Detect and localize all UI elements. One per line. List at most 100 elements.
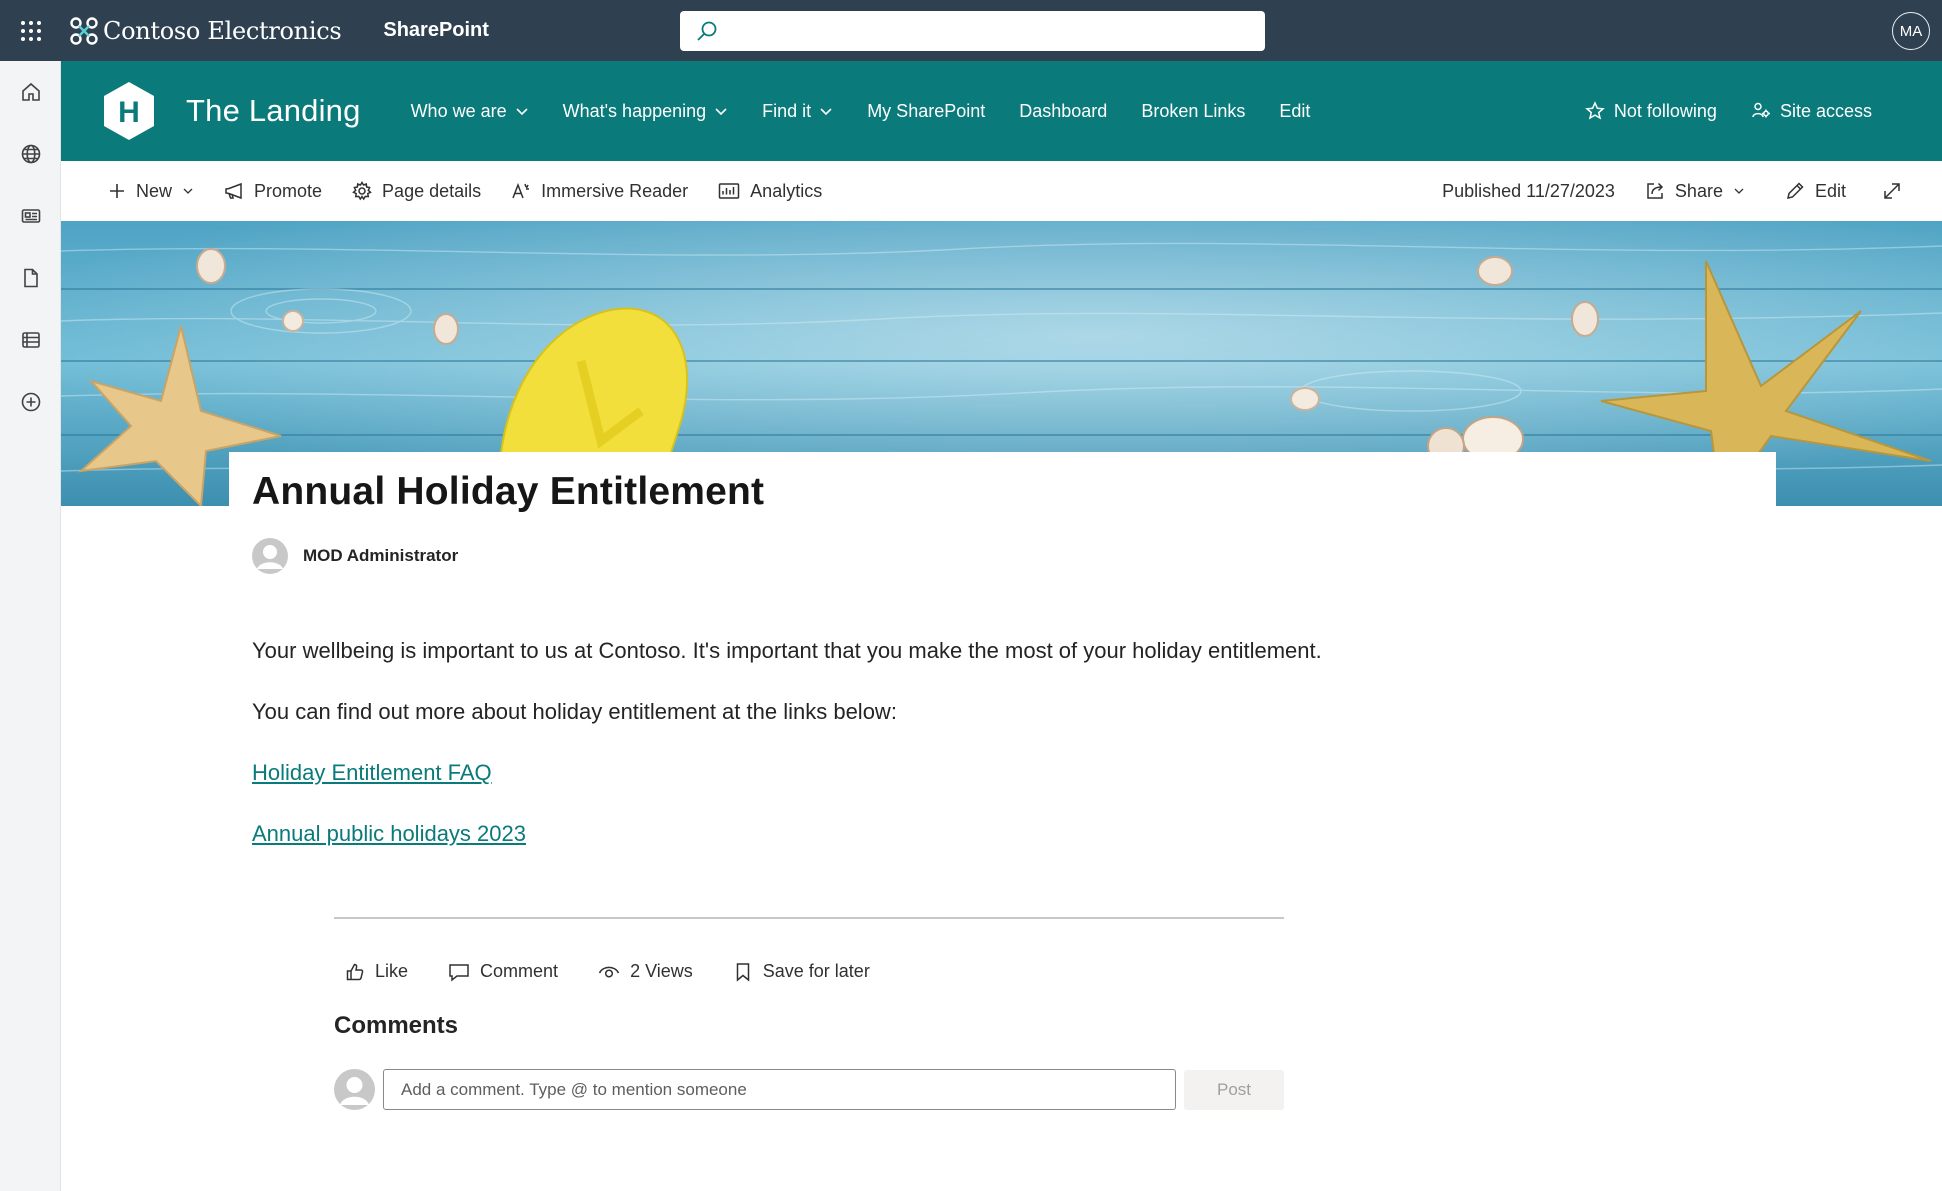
chevron-down-icon (182, 185, 194, 197)
site-logo[interactable]: H (101, 80, 157, 142)
nav-item-edit[interactable]: Edit (1279, 101, 1310, 122)
eye-icon (598, 962, 620, 982)
command-bar: New Promote Page details Immersive Reade… (61, 161, 1942, 221)
immersive-reader-label: Immersive Reader (541, 180, 689, 201)
site-access-label: Site access (1779, 100, 1872, 121)
views-label: 2 Views (630, 961, 693, 981)
chevron-down-icon (515, 104, 529, 118)
bookmark-icon (733, 962, 753, 982)
page-title: Annual Holiday Entitlement (252, 470, 765, 513)
immersive-reader-icon (511, 181, 531, 201)
news-icon[interactable] (0, 185, 61, 247)
paragraph: Your wellbeing is important to us at Con… (252, 638, 1322, 663)
contoso-logo-icon (69, 16, 99, 46)
published-status: Published 11/27/2023 (1442, 180, 1615, 201)
search-icon (696, 20, 718, 42)
chevron-down-icon (819, 104, 833, 118)
new-button[interactable]: New (108, 181, 194, 202)
chevron-down-icon (714, 104, 728, 118)
search-box[interactable] (680, 11, 1265, 51)
analytics-label: Analytics (750, 180, 823, 201)
site-title[interactable]: The Landing (186, 93, 361, 129)
top-navigation: Who we are What's happening Find it My S… (411, 101, 1345, 122)
share-button[interactable]: Share (1645, 181, 1745, 202)
nav-label: Dashboard (1019, 100, 1108, 121)
site-access-button[interactable]: Site access (1751, 101, 1872, 122)
save-label: Save for later (762, 961, 870, 981)
app-bar (0, 61, 61, 1191)
document-icon[interactable] (0, 247, 61, 309)
chevron-down-icon (1733, 185, 1745, 197)
site-actions: Not following Site access (1585, 61, 1872, 161)
link-holiday-entitlement-faq[interactable]: Holiday Entitlement FAQ (252, 760, 492, 785)
command-bar-right: Published 11/27/2023 Share Edit (1442, 161, 1902, 221)
share-label: Share (1674, 180, 1723, 201)
analytics-icon (718, 181, 740, 201)
page-details-button[interactable]: Page details (352, 181, 481, 202)
comment-input[interactable] (383, 1069, 1176, 1110)
user-avatar-icon (334, 1069, 375, 1110)
nav-item-my-sharepoint[interactable]: My SharePoint (867, 101, 985, 122)
create-icon[interactable] (0, 371, 61, 433)
nav-label: My SharePoint (867, 100, 986, 121)
comment-button[interactable]: Comment (448, 961, 558, 982)
gear-icon (352, 181, 372, 201)
add-icon (108, 182, 126, 200)
nav-label: Edit (1279, 100, 1311, 121)
follow-button[interactable]: Not following (1585, 101, 1717, 122)
promote-button[interactable]: Promote (224, 181, 322, 202)
link-annual-public-holidays[interactable]: Annual public holidays 2023 (252, 821, 526, 846)
org-name: Contoso Electronics (103, 16, 342, 45)
immersive-reader-button[interactable]: Immersive Reader (511, 181, 688, 202)
site-logo-letter: H (118, 96, 140, 129)
edit-page-button[interactable]: Edit (1785, 181, 1846, 202)
nav-label: What's happening (562, 100, 707, 121)
thumbs-up-icon (345, 962, 365, 982)
pencil-icon (1785, 181, 1805, 201)
nav-item-find-it[interactable]: Find it (762, 101, 833, 122)
share-icon (1645, 181, 1665, 201)
people-settings-icon (1751, 101, 1771, 121)
app-launcher-icon[interactable] (0, 0, 61, 61)
nav-label: Find it (762, 100, 812, 121)
author-byline[interactable]: MOD Administrator (252, 538, 458, 574)
comment-icon (448, 962, 470, 982)
user-avatar[interactable]: MA (1892, 12, 1930, 50)
nav-item-whats-happening[interactable]: What's happening (563, 101, 729, 122)
nav-label: Who we are (410, 100, 507, 121)
social-bar: Like Comment 2 Views Save for later (345, 961, 910, 982)
save-for-later-button[interactable]: Save for later (733, 961, 870, 982)
app-name-link[interactable]: SharePoint (383, 19, 489, 42)
expand-icon (1882, 181, 1902, 201)
comment-composer: Post (334, 1069, 1284, 1110)
paragraph: You can find out more about holiday enti… (252, 699, 897, 724)
globe-icon[interactable] (0, 123, 61, 185)
like-label: Like (375, 961, 409, 981)
page-content: Your wellbeing is important to us at Con… (252, 640, 1652, 884)
home-icon[interactable] (0, 61, 61, 123)
views-count: 2 Views (598, 961, 693, 982)
edit-label: Edit (1814, 180, 1846, 201)
new-label: New (136, 180, 173, 201)
analytics-button[interactable]: Analytics (718, 181, 822, 202)
site-header: H The Landing Who we are What's happenin… (61, 61, 1942, 161)
list-icon[interactable] (0, 309, 61, 371)
nav-item-dashboard[interactable]: Dashboard (1019, 101, 1107, 122)
nav-item-who-we-are[interactable]: Who we are (411, 101, 529, 122)
like-button[interactable]: Like (345, 961, 408, 982)
star-icon (1585, 101, 1605, 121)
promote-label: Promote (254, 180, 323, 201)
expand-button[interactable] (1882, 181, 1902, 201)
nav-item-broken-links[interactable]: Broken Links (1141, 101, 1245, 122)
org-brand-link[interactable]: Contoso Electronics (69, 16, 342, 46)
nav-label: Broken Links (1141, 100, 1246, 121)
post-button[interactable]: Post (1184, 1069, 1284, 1110)
comment-label: Comment (480, 961, 559, 981)
author-name: MOD Administrator (303, 546, 459, 565)
megaphone-icon (224, 181, 244, 201)
follow-label: Not following (1613, 100, 1717, 121)
comments-heading: Comments (334, 1012, 459, 1039)
author-avatar (252, 538, 288, 574)
suite-bar: Contoso Electronics SharePoint MA (0, 0, 1942, 61)
page-details-label: Page details (382, 180, 482, 201)
